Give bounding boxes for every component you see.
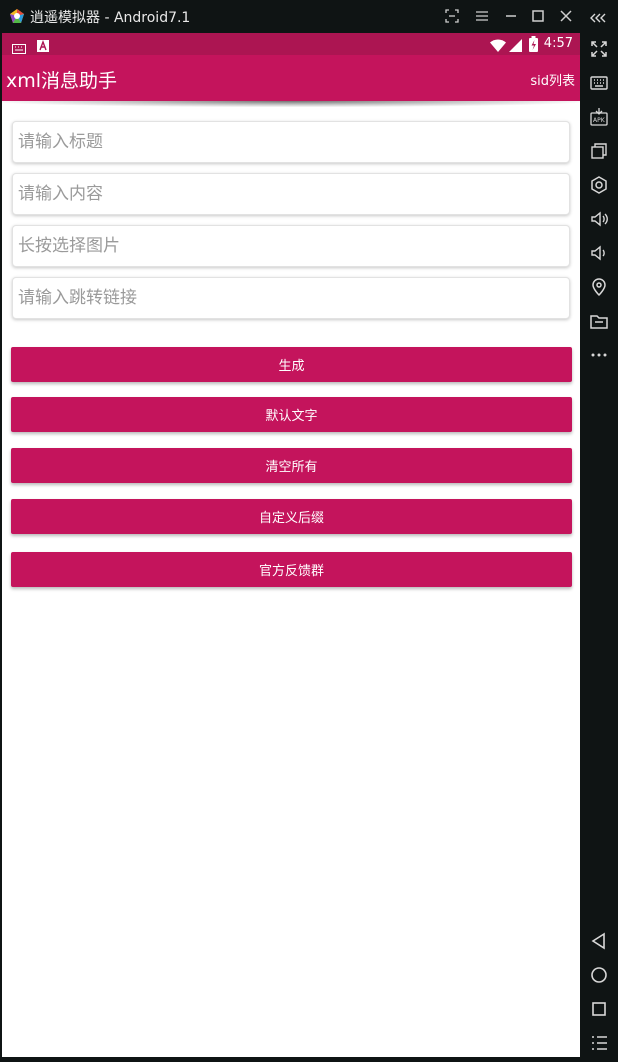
window-title: 逍遥模拟器 - Android7.1 (30, 10, 191, 26)
signal-icon (509, 37, 522, 56)
image-input[interactable] (13, 226, 569, 266)
menu-lines-icon[interactable] (473, 7, 491, 25)
app-bar-shadow (2, 101, 580, 107)
link-input[interactable] (13, 278, 569, 318)
emulator-logo-icon (9, 8, 25, 24)
content-field (12, 173, 570, 215)
svg-text:APK: APK (593, 117, 606, 124)
custom-suffix-button[interactable]: 自定义后缀 (11, 499, 572, 534)
minimize-icon[interactable] (502, 7, 520, 25)
feedback-group-button[interactable]: 官方反馈群 (11, 552, 572, 587)
menu-icon[interactable] (589, 1033, 609, 1053)
screenshot-icon[interactable] (443, 7, 461, 25)
status-time: 4:57 (543, 36, 573, 51)
fullscreen-icon[interactable] (589, 39, 609, 59)
status-bar: 4:57 (2, 33, 580, 55)
title-field (12, 121, 570, 163)
link-field (12, 277, 570, 319)
apk-install-icon[interactable]: APK (589, 107, 609, 127)
recents-icon[interactable] (589, 999, 609, 1019)
emulator-title-bar: 逍遥模拟器 - Android7.1 (0, 0, 580, 33)
app-bar: xml消息助手 sid列表 (2, 55, 580, 101)
multi-window-icon[interactable] (589, 141, 609, 161)
folder-icon[interactable] (589, 311, 609, 331)
location-icon[interactable] (589, 277, 609, 297)
close-icon[interactable] (557, 7, 575, 25)
emulator-toolbar: APK (580, 0, 618, 1062)
emulator-bottom-edge (0, 1057, 580, 1062)
app-title: xml消息助手 (6, 70, 118, 92)
wifi-icon (490, 37, 506, 56)
default-text-button[interactable]: 默认文字 (11, 397, 572, 432)
sid-list-action[interactable]: sid列表 (530, 70, 575, 89)
volume-down-icon[interactable] (589, 243, 609, 263)
settings-icon[interactable] (589, 175, 609, 195)
image-field (12, 225, 570, 267)
battery-icon (529, 36, 538, 56)
content-input[interactable] (13, 174, 569, 214)
collapse-toolbar-icon[interactable] (589, 8, 609, 28)
back-icon[interactable] (589, 931, 609, 951)
clear-all-button[interactable]: 清空所有 (11, 448, 572, 483)
keyboard-icon[interactable] (589, 73, 609, 93)
maximize-icon[interactable] (529, 7, 547, 25)
more-icon[interactable] (589, 345, 609, 365)
title-input[interactable] (13, 122, 569, 162)
generate-button[interactable]: 生成 (11, 347, 572, 382)
app-notification-icon (37, 37, 49, 56)
home-icon[interactable] (589, 965, 609, 985)
android-screen: 4:57 xml消息助手 sid列表 生成 默认文字 清空所有 自定义后缀 官方… (2, 33, 580, 1057)
volume-up-icon[interactable] (589, 209, 609, 229)
